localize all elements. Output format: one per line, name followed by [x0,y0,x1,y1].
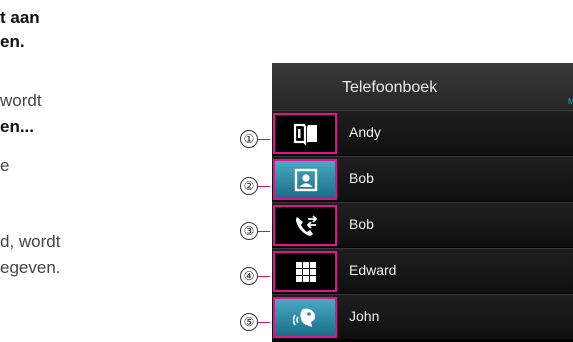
contacts-button[interactable] [273,159,337,200]
contact-card-icon [294,168,318,192]
callout-leader-line [258,276,270,277]
contact-row[interactable]: Bob [272,156,573,201]
contact-row[interactable]: Andy [272,110,573,155]
callout-number: ① [240,130,258,148]
callout-leader-line [258,322,270,323]
callout-leader-line [258,186,270,187]
callout-number: ④ [240,267,258,285]
keypad-button[interactable] [273,251,337,292]
header-right-label: M [568,97,573,106]
voice-recognition-button[interactable] [273,297,337,338]
document-text-column: t aan en. wordt en... e d, wordt egeven. [0,0,200,342]
document-line: d, wordt [0,232,61,251]
callout-number: ② [240,177,258,195]
contact-name: John [349,308,380,324]
document-line: en... [0,117,35,136]
phonebook-icon [293,123,317,146]
contact-name: Edward [349,262,397,278]
contact-name: Andy [349,124,381,140]
device-screen: Telefoonboek M Andy Bob Bob Edward John [272,63,573,342]
callout-4: ④ [240,267,270,289]
call-history-button[interactable] [273,205,337,246]
keypad-icon [296,262,316,282]
contact-row[interactable]: Bob [272,202,573,247]
contact-row[interactable]: John [272,294,573,339]
callout-2: ② [240,177,270,199]
callout-5: ⑤ [240,313,270,335]
voice-recognition-icon [293,308,316,327]
callout-3: ③ [240,222,270,244]
document-line: e [0,156,10,175]
screen-header: Telefoonboek M [272,63,573,110]
contact-row[interactable]: Edward [272,248,573,293]
callout-number: ⑤ [240,313,258,331]
callout-leader-line [258,231,270,232]
document-line: en. [0,32,25,51]
screen-title: Telefoonboek [342,79,438,96]
callout-leader-line [258,139,270,140]
contact-name: Bob [349,170,374,186]
document-line: t aan [0,8,40,27]
callout-1: ① [240,130,270,152]
phonebook-button[interactable] [273,113,337,154]
call-history-icon [296,215,318,236]
callout-number: ③ [240,222,258,240]
document-line: wordt [0,91,42,110]
document-line: egeven. [0,258,61,277]
contact-name: Bob [349,216,374,232]
